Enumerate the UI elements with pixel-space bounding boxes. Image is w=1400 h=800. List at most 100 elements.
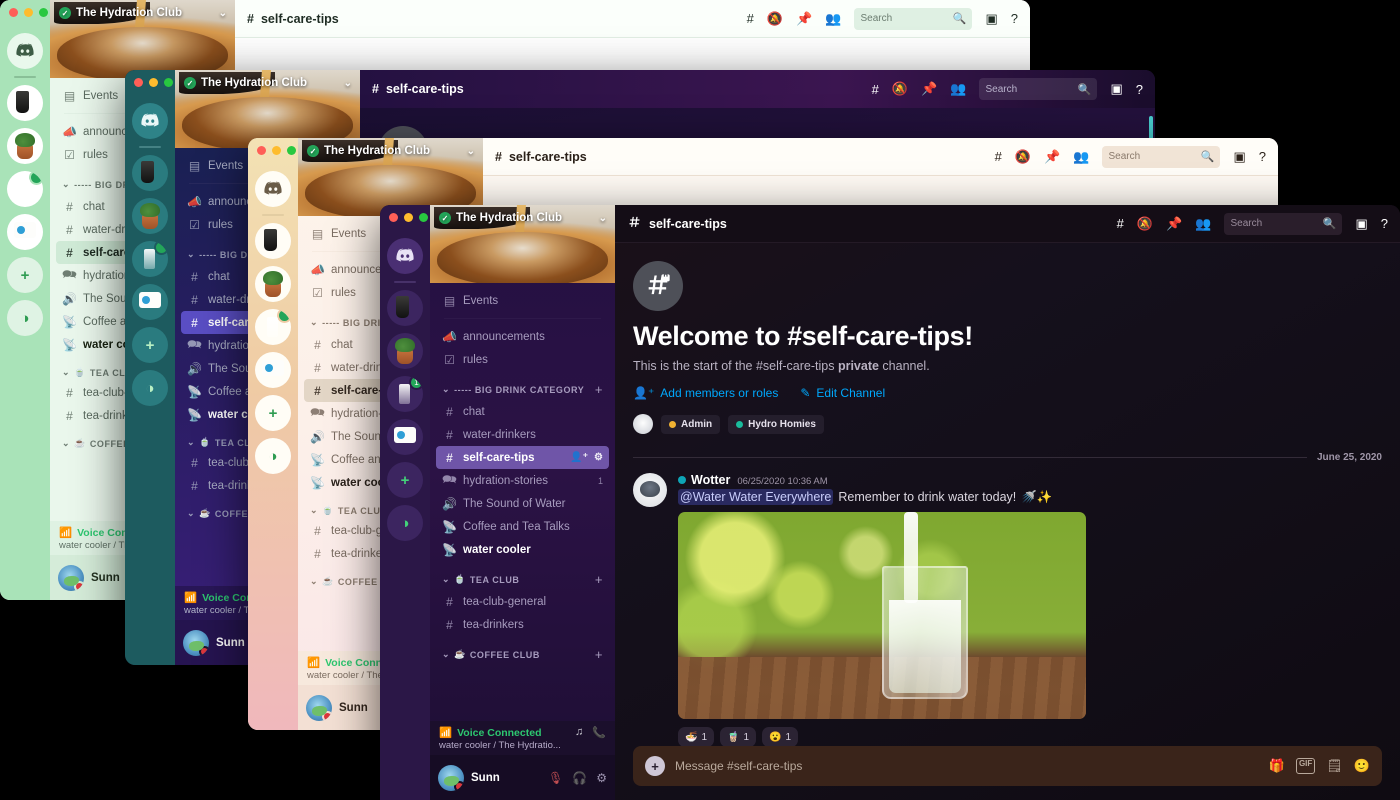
category-coffee-club[interactable]: ⌄☕COFFEE CLUB+ [436,636,609,665]
help-circle-icon[interactable]: ? [1259,149,1266,164]
traffic-lights[interactable] [389,213,428,222]
headset-icon[interactable]: 🎧 [572,771,587,785]
channel-self-care-tips[interactable]: #self-care-tips👤⁺⚙ [436,446,609,469]
member-list-icon[interactable]: 👥 [1073,149,1089,165]
notifications-off-icon[interactable]: 🔕 [892,81,908,97]
sticker-icon[interactable]: 🗒 [1326,758,1343,774]
traffic-lights[interactable] [134,78,173,87]
chevron-down-icon[interactable]: ⌄ [599,213,607,224]
pinned-messages-icon[interactable]: 📌 [1044,149,1060,165]
notifications-off-icon[interactable]: 🔕 [767,11,783,27]
pinned-messages-icon[interactable]: 📌 [1166,216,1182,232]
explore-servers-button[interactable]: ◑ [255,438,291,474]
server-icon-moka[interactable] [7,85,43,121]
message-composer[interactable]: + Message #self-care-tips 🎁 GIF 🗒 🙂 [633,746,1382,786]
server-icon-plant[interactable] [255,266,291,302]
channel-chat[interactable]: #chat [436,400,609,423]
voice-status-panel[interactable]: 📶 Voice Connected ♫📞 water cooler / The … [430,721,615,755]
sidebar-item-events[interactable]: ▤Events [436,289,609,312]
disconnect-call-icon[interactable]: 📞 [592,726,606,739]
channel-sidebar[interactable]: ✓ The Hydration Club ⌄ ▤Events 📣announce… [430,205,615,800]
avatar[interactable] [633,473,667,507]
discord-window-active[interactable]: 1 + ◑ ✓ The Hydration Club ⌄ ▤Events 📣an… [380,205,1400,800]
category-tea-club[interactable]: ⌄🍵TEA CLUB+ [436,561,609,590]
music-icon[interactable]: ♫ [575,726,583,739]
chevron-down-icon[interactable]: ⌄ [467,146,475,157]
emoji-icon[interactable]: 🙂 [1354,758,1370,774]
settings-icon[interactable]: ⚙ [594,452,603,463]
add-members-or-roles-button[interactable]: 👤⁺Add members or roles [633,386,778,400]
server-rail[interactable]: 1 + ◑ [380,205,430,800]
server-header[interactable]: ✓ The Hydration Club ⌄ [439,212,607,224]
discord-logo-icon[interactable] [255,171,291,207]
create-channel-button[interactable]: + [595,382,603,397]
server-icon-plant[interactable] [7,128,43,164]
search-input[interactable]: Search 🔍 [1224,213,1342,235]
channel-hydration-stories[interactable]: 🗪hydration-stories1 [436,469,609,492]
category-big-drink[interactable]: ⌄----- BIG DRINK CATEGORY+ [436,371,609,400]
pinned-messages-icon[interactable]: 📌 [796,11,812,27]
avatar[interactable] [438,765,464,791]
avatar[interactable] [633,414,653,434]
role-badge-admin[interactable]: Admin [661,415,720,434]
help-circle-icon[interactable]: ? [1381,216,1388,231]
inbox-icon[interactable]: ▣ [985,11,997,27]
message-attachment-image[interactable] [678,512,1086,719]
channel-sound-of-water[interactable]: 🔊The Sound of Water [436,492,609,515]
discord-logo-icon[interactable] [7,33,43,69]
notifications-off-icon[interactable]: 🔕 [1015,149,1031,165]
invite-icon[interactable]: 👤⁺ [570,452,588,463]
help-circle-icon[interactable]: ? [1011,11,1018,26]
server-icon-plant[interactable] [387,333,423,369]
member-list-icon[interactable]: 👥 [1195,216,1211,232]
discord-logo-icon[interactable] [132,103,168,139]
add-server-button[interactable]: + [7,257,43,293]
inbox-icon[interactable]: ▣ [1233,149,1245,165]
add-server-button[interactable]: + [132,327,168,363]
server-icon-presentation[interactable] [132,284,168,320]
server-icon-presentation[interactable] [255,352,291,388]
server-rail[interactable]: + ◑ [0,0,50,600]
chevron-down-icon[interactable]: ⌄ [344,78,352,89]
reaction[interactable]: 😮1 [762,727,798,746]
avatar[interactable] [183,630,209,656]
message-input[interactable]: Message #self-care-tips [675,759,1259,773]
avatar[interactable] [306,695,332,721]
avatar[interactable] [58,565,84,591]
mic-muted-icon[interactable]: 🎙 [548,771,563,785]
channel-tea-drinkers[interactable]: #tea-drinkers [436,613,609,636]
server-banner[interactable]: ✓ The Hydration Club ⌄ [430,205,615,283]
explore-servers-button[interactable]: ◑ [7,300,43,336]
server-icon-water[interactable] [132,241,168,277]
server-icon-moka[interactable] [132,155,168,191]
threads-icon[interactable]: # [747,11,754,26]
settings-gear-icon[interactable]: ⚙ [596,771,607,785]
role-mention[interactable]: @Water Water Everywhere [678,489,833,505]
channel-coffee-tea-talks[interactable]: 📡Coffee and Tea Talks [436,515,609,538]
chevron-down-icon[interactable]: ⌄ [219,8,227,19]
server-header[interactable]: ✓ The Hydration Club ⌄ [59,7,227,19]
member-list-icon[interactable]: 👥 [825,11,841,27]
help-circle-icon[interactable]: ? [1136,82,1143,97]
add-server-button[interactable]: + [387,462,423,498]
channel-tea-club-general[interactable]: #tea-club-general [436,590,609,613]
message-author[interactable]: Wotter [678,473,730,487]
server-banner[interactable]: ✓ The Hydration Club ⌄ [50,0,235,78]
traffic-lights[interactable] [9,8,48,17]
sidebar-item-announcements[interactable]: 📣announcements [436,325,609,348]
threads-icon[interactable]: # [1117,216,1124,231]
server-icon-water[interactable] [7,171,43,207]
server-header[interactable]: ✓ The Hydration Club ⌄ [307,145,475,157]
user-panel[interactable]: Sunn 🎙 🎧 ⚙ [430,755,615,800]
channel-list[interactable]: ▤Events 📣announcements ☑rules ⌄----- BIG… [430,283,615,721]
member-list-icon[interactable]: 👥 [950,81,966,97]
sidebar-item-rules[interactable]: ☑rules [436,348,609,371]
server-icon-presentation[interactable] [387,419,423,455]
add-server-button[interactable]: + [255,395,291,431]
gift-icon[interactable]: 🎁 [1269,758,1285,774]
add-attachment-button[interactable]: + [645,756,665,776]
server-header[interactable]: ✓ The Hydration Club ⌄ [184,77,352,89]
server-icon-water[interactable]: 1 [387,376,423,412]
server-rail[interactable]: + ◑ [248,138,298,730]
role-badge-hydro-homies[interactable]: Hydro Homies [728,415,824,434]
